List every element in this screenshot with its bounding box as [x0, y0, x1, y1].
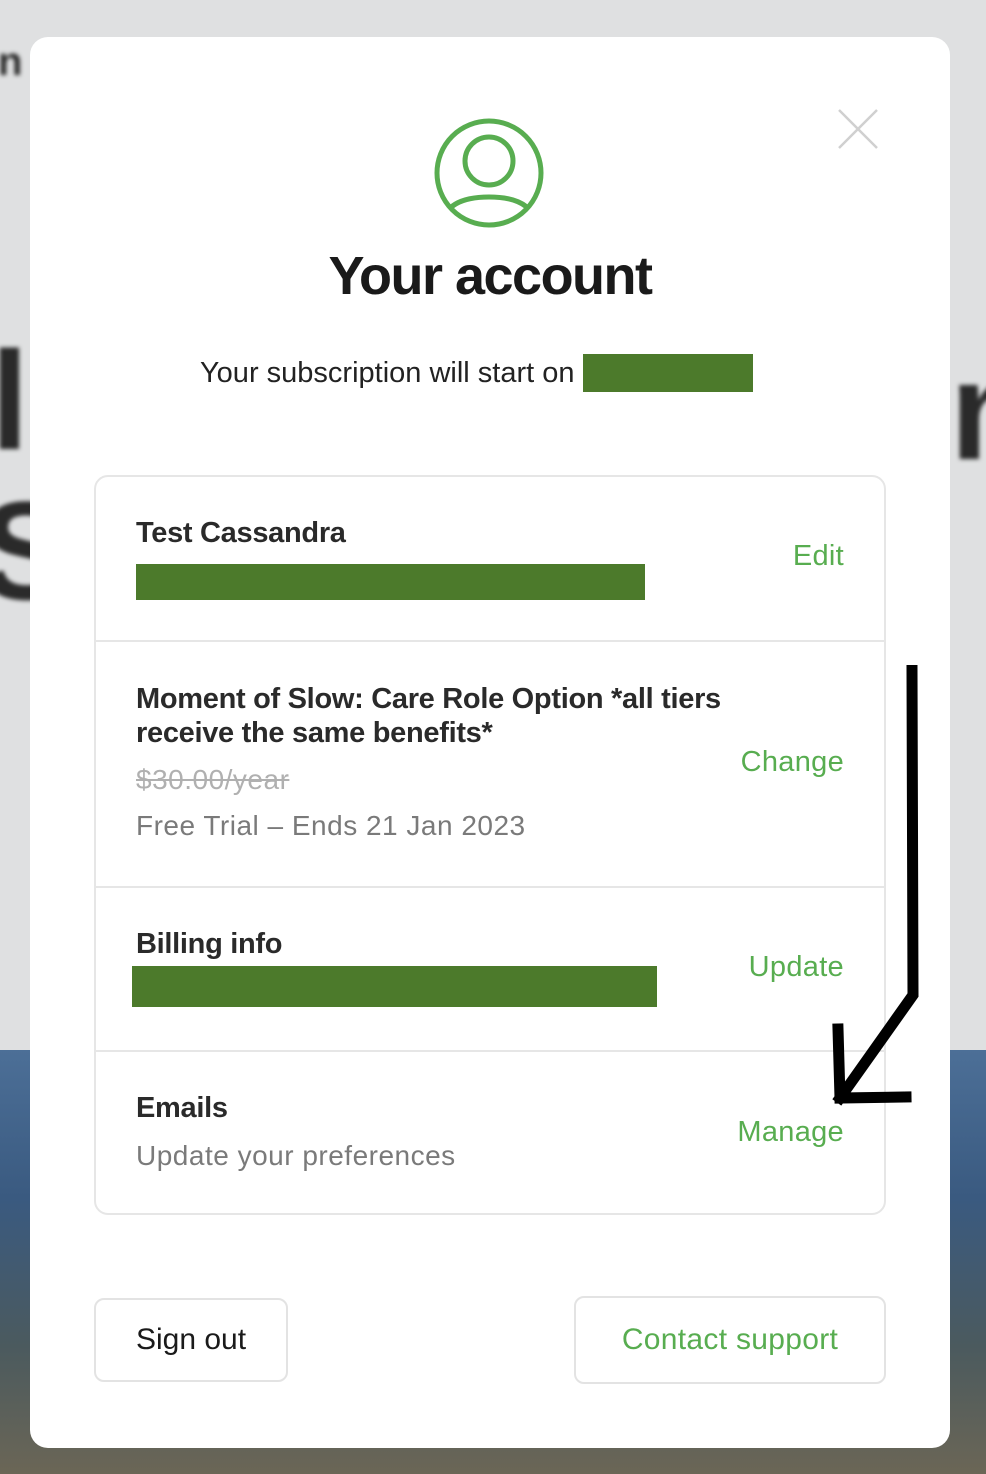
page-title: Your account — [328, 246, 653, 306]
subscription-start-text: Your subscription will start on — [200, 356, 575, 389]
plan-name: Moment of Slow: Care Role Option *all ti… — [136, 683, 721, 749]
account-details-card: Test Cassandra Edit Moment of Slow: Care… — [94, 475, 886, 1215]
plan-price: $30.00/year — [136, 764, 290, 795]
billing-section: Billing info Update — [96, 888, 884, 1052]
profile-section: Test Cassandra Edit — [96, 477, 884, 642]
redacted-email — [136, 564, 645, 600]
redacted-billing-info — [132, 966, 657, 1007]
manage-emails-link[interactable]: Manage — [737, 1116, 844, 1149]
redacted-start-date — [582, 354, 753, 392]
emails-heading: Emails — [136, 1092, 228, 1124]
sign-out-button[interactable]: Sign out — [94, 1298, 288, 1382]
user-circle-icon — [434, 118, 544, 228]
subscription-start: Your subscription will start on — [200, 353, 753, 393]
plan-section: Moment of Slow: Care Role Option *all ti… — [96, 642, 884, 888]
contact-support-button[interactable]: Contact support — [574, 1296, 886, 1384]
emails-description: Update your preferences — [136, 1140, 456, 1171]
account-modal: Your account Your subscription will star… — [30, 37, 950, 1448]
profile-name: Test Cassandra — [136, 517, 346, 549]
emails-section: Emails Update your preferences Manage — [96, 1052, 884, 1213]
billing-heading: Billing info — [136, 928, 283, 960]
close-button[interactable] — [836, 107, 880, 151]
trial-status: Free Trial – Ends 21 Jan 2023 — [136, 810, 526, 841]
down-arrow-annotation — [832, 665, 919, 1106]
close-icon — [838, 109, 878, 149]
edit-profile-link[interactable]: Edit — [793, 540, 844, 573]
